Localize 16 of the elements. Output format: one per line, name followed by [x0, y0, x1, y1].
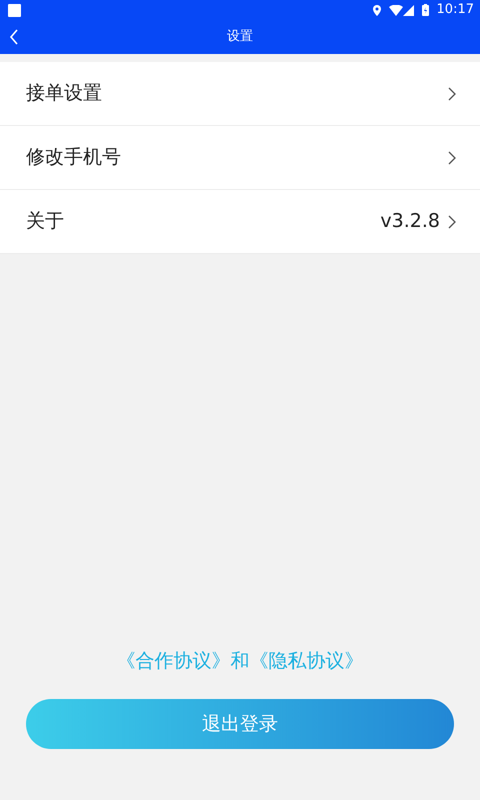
back-button[interactable] — [8, 29, 20, 45]
chevron-icon — [448, 86, 456, 100]
menu-item[interactable]: 关于 v3.2.8 — [0, 190, 480, 254]
menu-item[interactable]: 接单设置 — [0, 62, 480, 126]
signal-icon — [402, 4, 414, 16]
chevron-icon — [448, 150, 456, 164]
location-icon — [372, 4, 381, 16]
page-title: 设置 — [227, 28, 253, 46]
chevron-icon — [448, 214, 456, 228]
notification-icon — [8, 4, 21, 16]
status-time: 10:17 — [436, 1, 474, 20]
battery-icon — [422, 4, 429, 16]
agreement-text: 《合作协议》和《隐私协议》 — [116, 648, 364, 674]
menu-item[interactable]: 修改手机号 — [0, 126, 480, 190]
wifi-icon — [388, 4, 403, 16]
version-text: v3.2.8 — [380, 209, 440, 234]
